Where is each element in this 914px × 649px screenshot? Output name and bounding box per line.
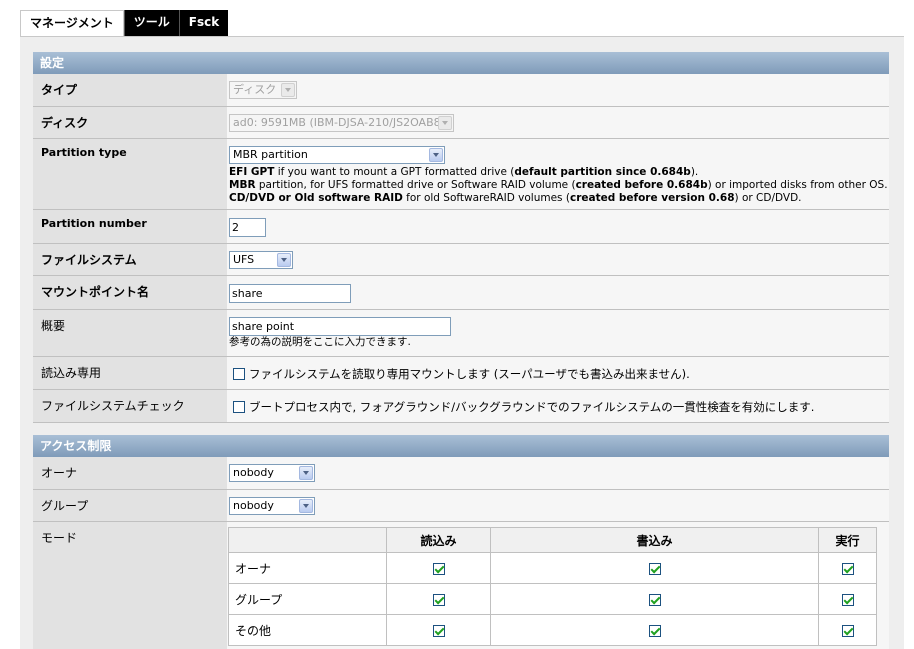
fsck-row: ファイルシステムチェック ブートプロセス内で, フォアグラウンド/バックグラウン… xyxy=(33,390,889,423)
owner-exec-checkbox[interactable] xyxy=(841,562,854,575)
filesystem-select[interactable]: UFS xyxy=(229,251,293,269)
others-exec-checkbox[interactable] xyxy=(841,624,854,637)
type-select[interactable]: ディスク xyxy=(229,81,297,99)
settings-section-title: 設定 xyxy=(33,52,889,74)
readonly-checkbox[interactable] xyxy=(233,368,245,380)
table-row: オーナ xyxy=(228,552,877,584)
partition-type-description: EFI GPT if you want to mount a GPT forma… xyxy=(229,166,888,204)
description-row: 概要 share point 参考の為の説明をここに入力できます. xyxy=(33,310,889,357)
mode-header-empty xyxy=(228,527,387,553)
chevron-down-icon xyxy=(299,499,313,513)
description-label: 概要 xyxy=(33,310,227,356)
others-read-checkbox[interactable] xyxy=(432,624,445,637)
disk-row: ディスク ad0: 9591MB (IBM-DJSA-210/JS2OAB8A) xyxy=(33,107,889,139)
type-row: タイプ ディスク xyxy=(33,74,889,107)
partition-type-label: Partition type xyxy=(33,139,227,209)
chevron-down-icon xyxy=(277,253,291,267)
owner-row: オーナ nobody xyxy=(33,457,889,490)
fsck-checkbox[interactable] xyxy=(233,401,245,413)
mountpoint-input[interactable]: share xyxy=(229,284,351,303)
mode-header-read: 読込み xyxy=(386,527,491,553)
owner-select[interactable]: nobody xyxy=(229,464,315,482)
readonly-checkbox-label[interactable]: ファイルシステムを読取り専用マウントします (スーパユーザでも書込み出来ません)… xyxy=(249,367,690,381)
mode-label: モード xyxy=(33,522,227,649)
group-read-checkbox[interactable] xyxy=(432,593,445,606)
description-help: 参考の為の説明をここに入力できます. xyxy=(229,336,411,348)
partition-number-row: Partition number 2 xyxy=(33,210,889,244)
readonly-row: 読込み専用 ファイルシステムを読取り専用マウントします (スーパユーザでも書込み… xyxy=(33,357,889,390)
mode-row-label: オーナ xyxy=(228,552,387,584)
group-row: グループ nobody xyxy=(33,490,889,522)
chevron-down-icon xyxy=(281,83,295,97)
group-write-checkbox[interactable] xyxy=(648,593,661,606)
tab-management[interactable]: マネージメント xyxy=(20,10,124,37)
fsck-checkbox-label[interactable]: ブートプロセス内で, フォアグラウンド/バックグラウンドでのファイルシステムの一… xyxy=(249,400,814,414)
chevron-down-icon xyxy=(299,466,313,480)
filesystem-row: ファイルシステム UFS xyxy=(33,244,889,276)
tab-tools[interactable]: ツール xyxy=(123,10,179,37)
table-row: その他 xyxy=(228,614,877,646)
others-write-checkbox[interactable] xyxy=(648,624,661,637)
partition-number-label: Partition number xyxy=(33,210,227,243)
mountpoint-row: マウントポイント名 share xyxy=(33,276,889,310)
filesystem-label: ファイルシステム xyxy=(33,244,227,275)
mode-table: 読込み 書込み 実行 オーナ グループ その他 xyxy=(228,527,877,646)
partition-type-select[interactable]: MBR partition xyxy=(229,146,445,164)
fsck-label: ファイルシステムチェック xyxy=(33,390,227,422)
tab-fsck[interactable]: Fsck xyxy=(178,10,229,37)
disk-select[interactable]: ad0: 9591MB (IBM-DJSA-210/JS2OAB8A) xyxy=(229,114,454,132)
mode-header-write: 書込み xyxy=(490,527,819,553)
group-select[interactable]: nobody xyxy=(229,497,315,515)
owner-write-checkbox[interactable] xyxy=(648,562,661,575)
table-row: グループ xyxy=(228,583,877,615)
disk-label: ディスク xyxy=(33,107,227,138)
mountpoint-label: マウントポイント名 xyxy=(33,276,227,309)
owner-read-checkbox[interactable] xyxy=(432,562,445,575)
readonly-label: 読込み専用 xyxy=(33,357,227,389)
chevron-down-icon xyxy=(438,116,452,130)
description-input[interactable]: share point xyxy=(229,317,451,336)
mode-table-header: 読込み 書込み 実行 xyxy=(228,527,877,553)
main-content: 設定 タイプ ディスク ディスク ad0: 9591MB (IBM-DJSA-2… xyxy=(20,37,904,649)
access-section-title: アクセス制限 xyxy=(33,435,889,457)
mode-row-label: グループ xyxy=(228,583,387,615)
mode-row-label: その他 xyxy=(228,614,387,646)
mode-header-exec: 実行 xyxy=(818,527,877,553)
partition-type-row: Partition type MBR partition EFI GPT if … xyxy=(33,139,889,210)
tab-bar: マネージメント ツール Fsck xyxy=(20,10,229,37)
chevron-down-icon xyxy=(429,148,443,162)
type-label: タイプ xyxy=(33,74,227,106)
owner-label: オーナ xyxy=(33,457,227,489)
partition-number-input[interactable]: 2 xyxy=(229,218,266,237)
group-label: グループ xyxy=(33,490,227,521)
group-exec-checkbox[interactable] xyxy=(841,593,854,606)
